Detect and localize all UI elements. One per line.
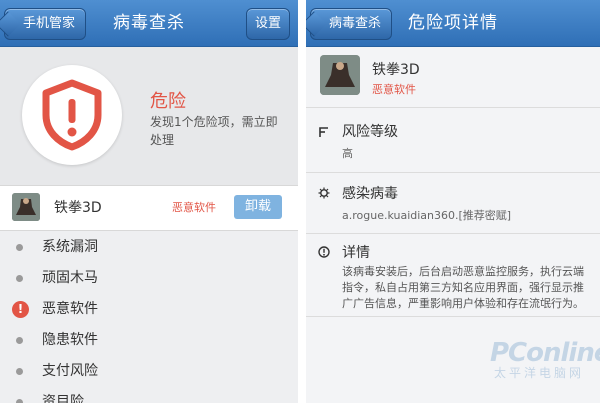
list-item[interactable]: ! 恶意软件 [0, 294, 298, 325]
category-label: 顽固木马 [42, 270, 98, 286]
status-title: 危险 [150, 91, 186, 112]
top-bar: 病毒查杀 手机管家 设置 [0, 0, 298, 47]
bug-icon [318, 187, 330, 199]
uninstall-button[interactable]: 卸载 [234, 195, 282, 219]
threat-tag: 恶意软件 [172, 201, 216, 214]
status-circle [22, 65, 122, 165]
threat-app-row[interactable]: 铁拳3D 恶意软件 卸载 [0, 185, 298, 231]
watermark-logo: PConline 太平洋电脑网 [490, 338, 600, 381]
risk-level-section: 风险等级 高 [306, 108, 600, 173]
risk-level-title: 风险等级 [342, 124, 398, 140]
category-label: 资目险 [42, 394, 84, 403]
category-label: 恶意软件 [42, 301, 98, 317]
back-button[interactable]: 病毒查杀 [310, 8, 393, 40]
virus-section: 感染病毒 a.rogue.kuaidian360.[推荐密赋] [306, 173, 600, 234]
scan-status-panel: 危险 发现1个危险项，需立即处理 [0, 47, 298, 185]
list-item[interactable]: 顽固木马 [0, 263, 298, 294]
app-icon [12, 193, 40, 221]
category-label: 支付风险 [42, 363, 98, 379]
details-title: 详情 [342, 245, 370, 261]
virus-title: 感染病毒 [342, 186, 398, 202]
virus-scan-screen: 病毒查杀 手机管家 设置 危险 发现1个危险项，需立即处理 铁拳3D 恶意软件 … [0, 0, 298, 403]
settings-button[interactable]: 设置 [246, 8, 290, 40]
flag-icon [319, 127, 328, 137]
info-icon [318, 246, 330, 258]
back-button-label: 手机管家 [23, 16, 76, 31]
app-name: 铁拳3D [372, 62, 420, 78]
threat-tag: 恶意软件 [372, 83, 416, 96]
app-name: 铁拳3D [54, 200, 102, 216]
list-item[interactable]: 资目险 [0, 387, 298, 403]
app-icon [320, 55, 360, 95]
status-dot-icon [16, 337, 23, 344]
status-dot-icon [16, 399, 23, 403]
list-item[interactable]: 系统漏洞 [0, 232, 298, 263]
category-label: 隐患软件 [42, 332, 98, 348]
scan-category-list: 系统漏洞 顽固木马 ! 恶意软件 隐患软件 支付风险 资目险 [0, 232, 298, 403]
details-section: 详情 该病毒安装后，后台启动恶意监控服务，执行云端指令，私自占用第三方知名应用界… [306, 234, 600, 317]
status-description: 发现1个危险项，需立即处理 [150, 115, 278, 147]
list-item[interactable]: 隐患软件 [0, 325, 298, 356]
risk-level-value: 高 [342, 147, 353, 160]
back-button[interactable]: 手机管家 [4, 8, 87, 40]
alert-icon: ! [12, 301, 29, 318]
category-label: 系统漏洞 [42, 239, 98, 255]
back-button-label: 病毒查杀 [329, 16, 382, 31]
details-text: 该病毒安装后，后台启动恶意监控服务，执行云端指令，私自占用第三方知名应用界面，强… [342, 265, 584, 310]
top-bar: 危险项详情 病毒查杀 [306, 0, 600, 47]
screen-divider [298, 0, 306, 403]
status-dot-icon [16, 244, 23, 251]
list-item[interactable]: 支付风险 [0, 356, 298, 387]
status-dot-icon [16, 275, 23, 282]
app-summary: 铁拳3D 恶意软件 [306, 47, 600, 108]
shield-alert-icon [42, 79, 102, 151]
virus-value: a.rogue.kuaidian360.[推荐密赋] [342, 209, 512, 222]
status-dot-icon [16, 368, 23, 375]
